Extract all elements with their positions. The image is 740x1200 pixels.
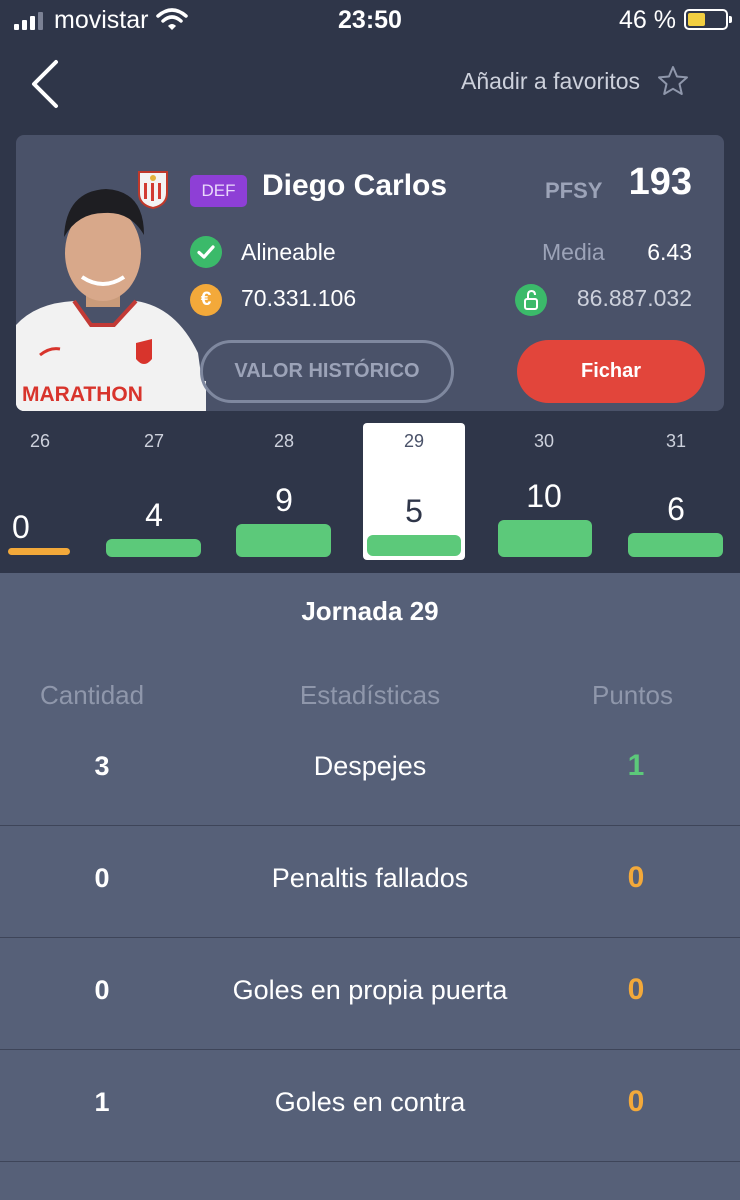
round-points-bar xyxy=(236,524,331,557)
stat-name: Despejes xyxy=(313,751,427,781)
pfsy-label: PFSY xyxy=(545,178,603,203)
round-tab-30[interactable]: 30 10 xyxy=(490,423,598,560)
round-points: 9 xyxy=(275,482,293,518)
round-tab-31[interactable]: 31 6 xyxy=(622,423,730,560)
stat-points: 0 xyxy=(627,973,645,1006)
euro-coin-icon: € xyxy=(190,284,222,316)
round-number: 30 xyxy=(533,431,555,451)
round-points: 4 xyxy=(145,497,163,533)
round-points-bar xyxy=(8,548,70,555)
stat-name: Goles en contra xyxy=(274,1087,466,1117)
round-points: 10 xyxy=(526,478,562,514)
back-arrow-icon[interactable] xyxy=(22,56,70,112)
round-points-bar xyxy=(367,535,461,556)
availability-status: Alineable xyxy=(241,239,336,265)
value-history-button[interactable]: VALOR HISTÓRICO xyxy=(200,340,454,403)
round-points: 5 xyxy=(405,493,423,529)
stat-quantity: 3 xyxy=(94,751,110,781)
add-to-favorites-link[interactable]: Añadir a favoritos xyxy=(461,68,640,95)
battery-icon xyxy=(684,9,732,30)
round-points: 6 xyxy=(667,491,685,527)
market-value: 70.331.106 xyxy=(241,285,357,311)
player-photo: MARATHON xyxy=(16,189,206,411)
stat-quantity: 1 xyxy=(94,1087,110,1117)
battery-percentage: 46 % xyxy=(619,6,676,34)
sign-player-button[interactable]: Fichar xyxy=(517,340,705,403)
round-points: 0 xyxy=(12,509,30,545)
stat-quantity: 0 xyxy=(94,863,110,893)
player-name: Diego Carlos xyxy=(262,169,448,202)
round-title: Jornada 29 xyxy=(301,596,439,626)
stat-points: 1 xyxy=(627,749,645,782)
pfsy-value: 193 xyxy=(628,161,692,203)
round-number: 27 xyxy=(143,431,165,451)
stat-row: 0 Goles en propia puerta 0 xyxy=(0,938,740,1050)
club-crest-icon xyxy=(138,171,168,209)
round-number: 31 xyxy=(665,431,687,451)
average-value: 6.43 xyxy=(647,239,692,265)
round-tab-27[interactable]: 27 4 xyxy=(100,423,208,560)
stat-row: 1 Goles en contra 0 xyxy=(0,1050,740,1162)
status-bar: movistar 23:50 46 % xyxy=(0,0,740,40)
round-points-bar xyxy=(498,520,592,557)
round-points-bar xyxy=(628,533,723,557)
release-clause-value: 86.887.032 xyxy=(576,285,692,311)
round-tab-29[interactable]: 29 5 xyxy=(363,423,465,560)
stat-row: 0 Penaltis fallados 0 xyxy=(0,826,740,938)
round-tab-28[interactable]: 28 9 xyxy=(230,423,338,560)
player-card: MARATHON DEF Diego Carlos PFSY 193 Aline… xyxy=(16,135,724,411)
round-points-bar xyxy=(106,539,201,557)
star-icon[interactable] xyxy=(656,64,690,98)
stat-quantity: 0 xyxy=(94,975,110,1005)
round-number: 29 xyxy=(403,431,425,451)
stat-points: 0 xyxy=(627,1085,645,1118)
battery-level xyxy=(688,13,705,26)
round-number: 28 xyxy=(273,431,295,451)
column-header-points: Puntos xyxy=(592,680,673,710)
round-tab-26[interactable]: 26 0 xyxy=(0,423,80,560)
stat-name: Penaltis fallados xyxy=(271,863,469,893)
stat-row: 3 Despejes 1 xyxy=(0,714,740,826)
stat-points: 0 xyxy=(627,861,645,894)
round-number: 26 xyxy=(29,431,51,451)
position-badge: DEF xyxy=(190,175,247,207)
shirt-text: MARATHON xyxy=(22,383,143,406)
stat-name: Goles en propia puerta xyxy=(232,975,508,1005)
lock-open-icon xyxy=(515,284,547,316)
average-label: Media xyxy=(542,239,605,265)
check-circle-icon xyxy=(190,236,222,268)
nav-bar: Añadir a favoritos xyxy=(0,40,740,135)
